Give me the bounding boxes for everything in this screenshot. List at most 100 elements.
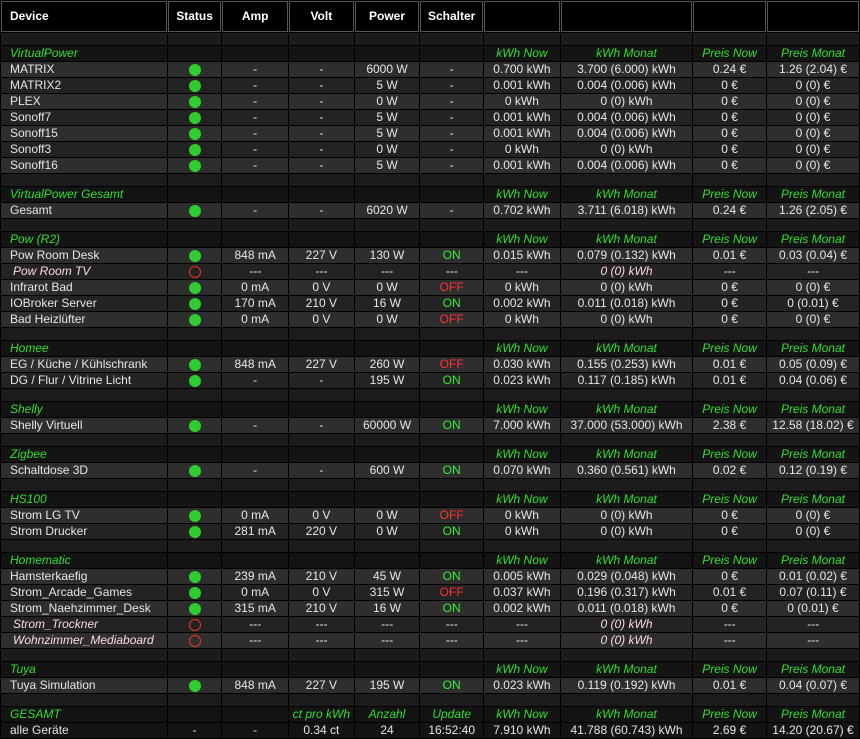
switch-state[interactable]: ON [420, 463, 483, 478]
header-device[interactable]: Device [1, 1, 167, 32]
table-row[interactable]: Hamsterkaefig 239 mA 210 V 45 W ON 0.005 kWh 0… [1, 569, 859, 584]
status-online-icon [188, 419, 201, 432]
table-row[interactable]: Schaltdose 3D - -600 W ON 0.070 kWh 0.360 (0.… [1, 463, 859, 478]
table-row[interactable]: Strom_Naehzimmer_Desk 315 mA 210 V 16 W ON 0.… [1, 601, 859, 616]
preis-monat-value: --- [766, 264, 859, 279]
status-cell [167, 357, 222, 372]
switch-state[interactable]: OFF [420, 585, 483, 600]
table-row[interactable]: Bad Heizlüfter 0 mA 0 V0 W OFF 0 kWh 0 (0) kW… [1, 312, 859, 327]
table-row[interactable]: Strom_Arcade_Games 0 mA 0 V 315 W OFF 0.037 k… [1, 585, 859, 600]
kwh-monat-value: 0.196 (0.317) kWh [560, 585, 693, 600]
amp-value: - [222, 94, 288, 109]
volt-value: 0 V [289, 280, 354, 295]
section-header: Homematic kWh Now kWh Monat Preis Now Preis … [1, 553, 859, 568]
section-spacer [1, 328, 859, 340]
power-value: 6000 W [354, 62, 420, 77]
section-empty-cell [354, 341, 420, 356]
section-col-kwh-monat: kWh Monat [560, 662, 693, 677]
section-col-kwh-now: kWh Now [484, 492, 560, 507]
table-row[interactable]: Strom_Trockner --- --- --- --- --- 0 (0) kWh --… [1, 617, 859, 632]
gesamt-col-preis-now: Preis Now [693, 707, 766, 722]
table-row[interactable]: MATRIX - -6000 W -0.700 kWh 3.700 (6.000) kW… [1, 62, 859, 77]
spacer-cell [354, 479, 420, 491]
spacer-cell [354, 328, 420, 340]
table-row[interactable]: Shelly Virtuell - -60000 W ON 7.000 kWh 37.00… [1, 418, 859, 433]
section-title: Zigbee [1, 447, 167, 462]
table-row[interactable]: Sonoff15- -5 W -0.001 kWh 0.004 (0.006) kWh… [1, 126, 859, 141]
spacer-cell [354, 540, 420, 552]
kwh-now-value: 0.001 kWh [484, 110, 560, 125]
power-value: 16 W [354, 296, 420, 311]
switch-state[interactable]: ON [420, 524, 483, 539]
header-volt[interactable]: Volt [289, 1, 354, 32]
status-cell [167, 126, 222, 141]
switch-state[interactable]: OFF [420, 357, 483, 372]
section-col-preis-now: Preis Now [693, 46, 766, 61]
switch-state[interactable]: OFF [420, 312, 483, 327]
table-row[interactable]: Tuya Simulation 848 mA 227 V 195 W ON 0.023 k… [1, 678, 859, 693]
spacer-cell [766, 389, 859, 401]
spacer-cell [289, 389, 354, 401]
table-row[interactable]: Sonoff7- -5 W -0.001 kWh 0.004 (0.006) kWh 0… [1, 110, 859, 125]
switch-state[interactable]: ON [420, 678, 483, 693]
spacer-cell [693, 174, 766, 186]
header-status[interactable]: Status [167, 1, 222, 32]
table-row[interactable]: MATRIX2- -5 W -0.001 kWh 0.004 (0.006) kWh 0… [1, 78, 859, 93]
switch-state[interactable]: ON [420, 569, 483, 584]
table-row[interactable]: DG / Flur / Vitrine Licht - -195 W ON 0.023 … [1, 373, 859, 388]
device-name: Strom_Trockner [1, 617, 167, 632]
table-row[interactable]: Sonoff3- -0 W-0 kWh 0 (0) kWh 0 €0 (0) € [1, 142, 859, 157]
spacer-cell [222, 649, 288, 661]
preis-monat-value: --- [766, 633, 859, 648]
table-row[interactable]: PLEX - -0 W-0 kWh 0 (0) kWh 0 €0 (0) € [1, 94, 859, 109]
table-row[interactable]: Strom Drucker 281 mA 220 V0 W ON 0 kWh 0 (0) … [1, 524, 859, 539]
switch-state[interactable]: ON [420, 296, 483, 311]
spacer-cell [693, 33, 766, 45]
status-online-icon [188, 509, 201, 522]
section-title: Homematic [1, 553, 167, 568]
section-header: Pow (R2) kWh Now kWh Monat Preis Now Preis M… [1, 232, 859, 247]
spacer-cell [766, 434, 859, 446]
table-row[interactable]: EG / Küche / Kühlschrank 848 mA 227 V 260 W… [1, 357, 859, 372]
spacer-cell [484, 219, 560, 231]
preis-monat-value: 0 (0) € [766, 280, 859, 295]
table-row[interactable]: Pow Room Desk 848 mA 227 V 130 W ON 0.015 kWh… [1, 248, 859, 263]
switch-state[interactable]: ON [420, 418, 483, 433]
table-row[interactable]: Gesamt - -6020 W -0.702 kWh 3.711 (6.018) kW… [1, 203, 859, 218]
switch-state: - [420, 142, 483, 157]
power-value: 315 W [354, 585, 420, 600]
status-online-icon [188, 525, 201, 538]
table-row[interactable]: Pow Room TV --- --- --- --- --- 0 (0) kWh --- --… [1, 264, 859, 279]
preis-monat-value: 0 (0) € [766, 142, 859, 157]
amp-value: 0 mA [222, 508, 288, 523]
section-empty-cell [420, 187, 483, 202]
switch-state[interactable]: ON [420, 373, 483, 388]
table-row[interactable]: Strom LG TV 0 mA 0 V0 W OFF 0 kWh 0 (0) kWh 0 … [1, 508, 859, 523]
status-online-icon [188, 95, 201, 108]
status-offline-icon [188, 618, 201, 631]
spacer-cell [560, 540, 693, 552]
switch-state[interactable]: OFF [420, 280, 483, 295]
kwh-now-value: 0.702 kWh [484, 203, 560, 218]
table-row[interactable]: Sonoff16- -5 W -0.001 kWh 0.004 (0.006) kWh… [1, 158, 859, 173]
switch-state[interactable]: OFF [420, 508, 483, 523]
header-power[interactable]: Power [354, 1, 420, 32]
section-empty-cell [420, 341, 483, 356]
table-row[interactable]: Wohnzimmer_Mediaboard --- --- --- --- --- 0 (0… [1, 633, 859, 648]
spacer-cell [222, 434, 288, 446]
switch-state: - [420, 110, 483, 125]
gesamt-anzahl: 24 [354, 723, 420, 738]
switch-state[interactable]: ON [420, 248, 483, 263]
status-cell [167, 203, 222, 218]
table-row[interactable]: IOBroker Server 170 mA 210 V 16 W ON 0.002 kW… [1, 296, 859, 311]
section-empty-cell [420, 447, 483, 462]
status-online-icon [188, 249, 201, 262]
header-amp[interactable]: Amp [222, 1, 288, 32]
switch-state[interactable]: ON [420, 601, 483, 616]
kwh-now-value: 0 kWh [484, 524, 560, 539]
section-col-kwh-monat: kWh Monat [560, 447, 693, 462]
spacer-cell [222, 33, 288, 45]
header-schalter[interactable]: Schalter [420, 1, 483, 32]
table-row[interactable]: Infrarot Bad 0 mA 0 V0 W OFF 0 kWh 0 (0) kWh 0… [1, 280, 859, 295]
power-value: 5 W [354, 110, 420, 125]
